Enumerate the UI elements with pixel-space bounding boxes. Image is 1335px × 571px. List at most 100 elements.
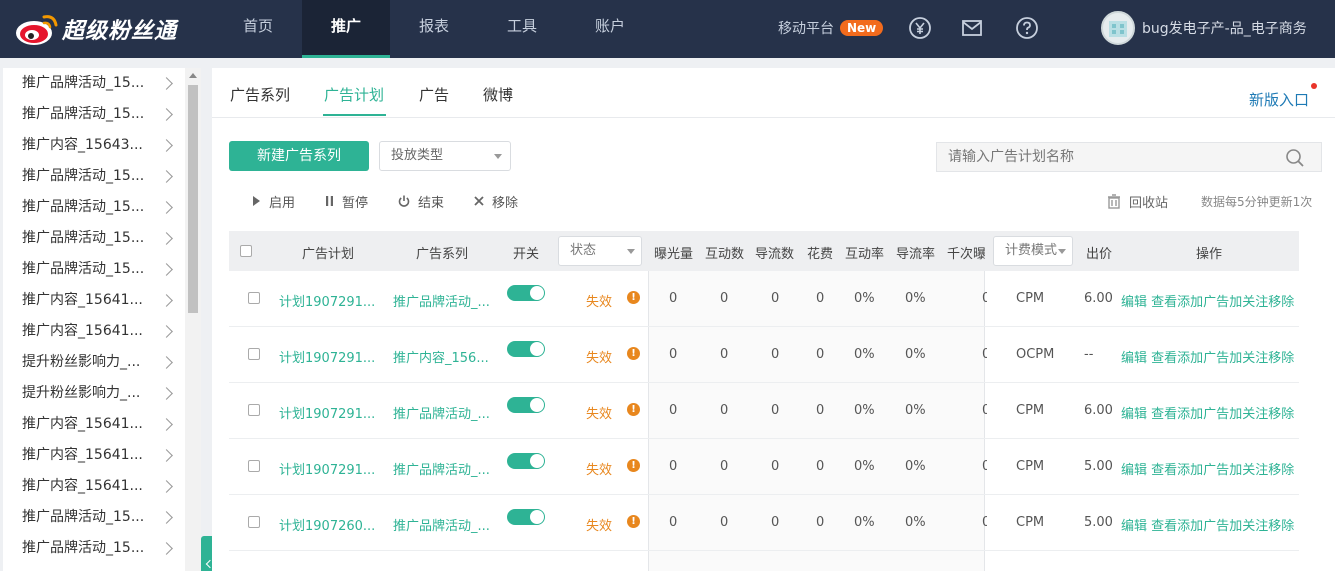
remove-link[interactable]: 移除 [1268,407,1294,422]
select-all-checkbox[interactable] [240,245,252,257]
row-checkbox[interactable] [248,460,260,472]
row-switch-toggle[interactable] [507,341,545,357]
follow-link[interactable]: 加关注 [1229,519,1268,534]
mail-icon[interactable] [960,16,984,40]
remove-link[interactable]: 移除 [1268,463,1294,478]
row-switch-toggle[interactable] [507,453,545,469]
row-plan-link[interactable]: 计划1907291... [279,403,375,422]
warning-icon[interactable]: ! [627,291,640,304]
row-series-link[interactable]: 推广品牌活动_... [393,515,490,534]
add-ad-link[interactable]: 添加广告 [1177,351,1229,366]
follow-link[interactable]: 加关注 [1229,463,1268,478]
sidebar-item[interactable]: 推广品牌活动_15... [3,223,199,254]
remove-link[interactable]: 移除 [1268,519,1294,534]
billing-mode-select[interactable]: 计费模式 [993,236,1073,266]
warning-icon[interactable]: ! [627,459,640,472]
tab-ad[interactable]: 广告 [419,84,449,105]
sidebar-item[interactable]: 推广内容_15643... [3,130,199,161]
add-ad-link[interactable]: 添加广告 [1177,519,1229,534]
sidebar-item[interactable]: 提升粉丝影响力_... [3,378,199,409]
plan-search-input[interactable] [937,143,1267,171]
top-bar: 超级粉丝通 首页 推广 报表 工具 账户 移动平台 New bug发电子产-品_… [0,0,1335,58]
view-link[interactable]: 查看 [1151,519,1177,534]
edit-link[interactable]: 编辑 [1121,519,1147,534]
follow-link[interactable]: 加关注 [1229,295,1268,310]
row-plan-link[interactable]: 计划1907291... [279,347,375,366]
sidebar-scrollbar[interactable] [185,68,201,571]
tab-ad-series[interactable]: 广告系列 [230,84,290,105]
remove-link[interactable]: 移除 [1268,295,1294,310]
warning-icon[interactable]: ! [627,403,640,416]
row-checkbox[interactable] [248,404,260,416]
nav-promote[interactable]: 推广 [302,0,390,58]
edit-link[interactable]: 编辑 [1121,351,1147,366]
row-checkbox[interactable] [248,348,260,360]
add-ad-link[interactable]: 添加广告 [1177,295,1229,310]
sidebar-item[interactable]: 推广内容_15641... [3,471,199,502]
row-series-link[interactable]: 推广品牌活动_... [393,403,490,422]
delivery-type-select[interactable]: 投放类型 [379,141,511,171]
row-series-link[interactable]: 推广内容_156... [393,347,489,366]
new-version-entry-link[interactable]: 新版入口 [1249,89,1309,110]
view-link[interactable]: 查看 [1151,351,1177,366]
nav-account[interactable]: 账户 [566,0,654,58]
scroll-up-arrow-icon[interactable] [189,73,197,78]
row-diversion-rate: 0% [905,347,926,362]
add-ad-link[interactable]: 添加广告 [1177,407,1229,422]
scrollbar-thumb[interactable] [188,85,198,313]
edit-link[interactable]: 编辑 [1121,463,1147,478]
row-switch-toggle[interactable] [507,509,545,525]
edit-link[interactable]: 编辑 [1121,295,1147,310]
sidebar-item[interactable]: 推广品牌活动_15... [3,99,199,130]
view-link[interactable]: 查看 [1151,407,1177,422]
sidebar-item[interactable]: 推广内容_15641... [3,285,199,316]
row-series-link[interactable]: 推广品牌活动_... [393,291,490,310]
sidebar-item[interactable]: 推广品牌活动_15... [3,68,199,99]
remove-button[interactable]: 移除 [474,192,518,211]
yen-icon[interactable] [908,16,932,40]
remove-link[interactable]: 移除 [1268,351,1294,366]
help-icon[interactable] [1015,16,1039,40]
row-switch-toggle[interactable] [507,285,545,301]
sidebar-item[interactable]: 推广品牌活动_15... [3,161,199,192]
follow-link[interactable]: 加关注 [1229,407,1268,422]
add-ad-link[interactable]: 添加广告 [1177,463,1229,478]
warning-icon[interactable]: ! [627,347,640,360]
sidebar-item[interactable]: 推广品牌活动_15... [3,502,199,533]
end-button[interactable]: 结束 [398,192,444,211]
sidebar-item[interactable]: 推广内容_15641... [3,316,199,347]
nav-home[interactable]: 首页 [214,0,302,58]
mobile-platform-link[interactable]: 移动平台 New [778,18,884,38]
row-checkbox[interactable] [248,516,260,528]
tab-ad-plan[interactable]: 广告计划 [324,84,384,105]
view-link[interactable]: 查看 [1151,295,1177,310]
warning-icon[interactable]: ! [627,515,640,528]
enable-button[interactable]: 启用 [252,192,295,211]
row-plan-link[interactable]: 计划1907291... [279,291,375,310]
row-checkbox[interactable] [248,292,260,304]
status-filter-select[interactable]: 状态 [558,236,642,266]
row-switch-toggle[interactable] [507,397,545,413]
sidebar-item[interactable]: 提升粉丝影响力_... [3,347,199,378]
search-icon[interactable] [1285,148,1305,172]
follow-link[interactable]: 加关注 [1229,351,1268,366]
row-plan-link[interactable]: 计划1907260... [279,515,375,534]
pause-button[interactable]: 暂停 [325,192,368,211]
sidebar-item[interactable]: 推广内容_15641... [3,440,199,471]
row-series-link[interactable]: 推广品牌活动_... [393,459,490,478]
tab-weibo[interactable]: 微博 [483,84,513,105]
sidebar-item[interactable]: 推广品牌活动_15... [3,533,199,564]
sidebar-item[interactable]: 推广内容_15641... [3,409,199,440]
recycle-bin-link[interactable]: 回收站 [1107,192,1168,211]
plan-search-box[interactable] [936,142,1322,172]
edit-link[interactable]: 编辑 [1121,407,1147,422]
new-ad-series-button[interactable]: 新建广告系列 [229,141,369,171]
nav-tools[interactable]: 工具 [478,0,566,58]
view-link[interactable]: 查看 [1151,463,1177,478]
user-menu[interactable]: bug发电子产-品_电子商务 [1101,11,1307,45]
nav-reports[interactable]: 报表 [390,0,478,58]
row-plan-link[interactable]: 计划1907291... [279,459,375,478]
logo[interactable]: 超级粉丝通 [14,10,177,48]
sidebar-item[interactable]: 推广品牌活动_15... [3,192,199,223]
sidebar-item[interactable]: 推广品牌活动_15... [3,254,199,285]
